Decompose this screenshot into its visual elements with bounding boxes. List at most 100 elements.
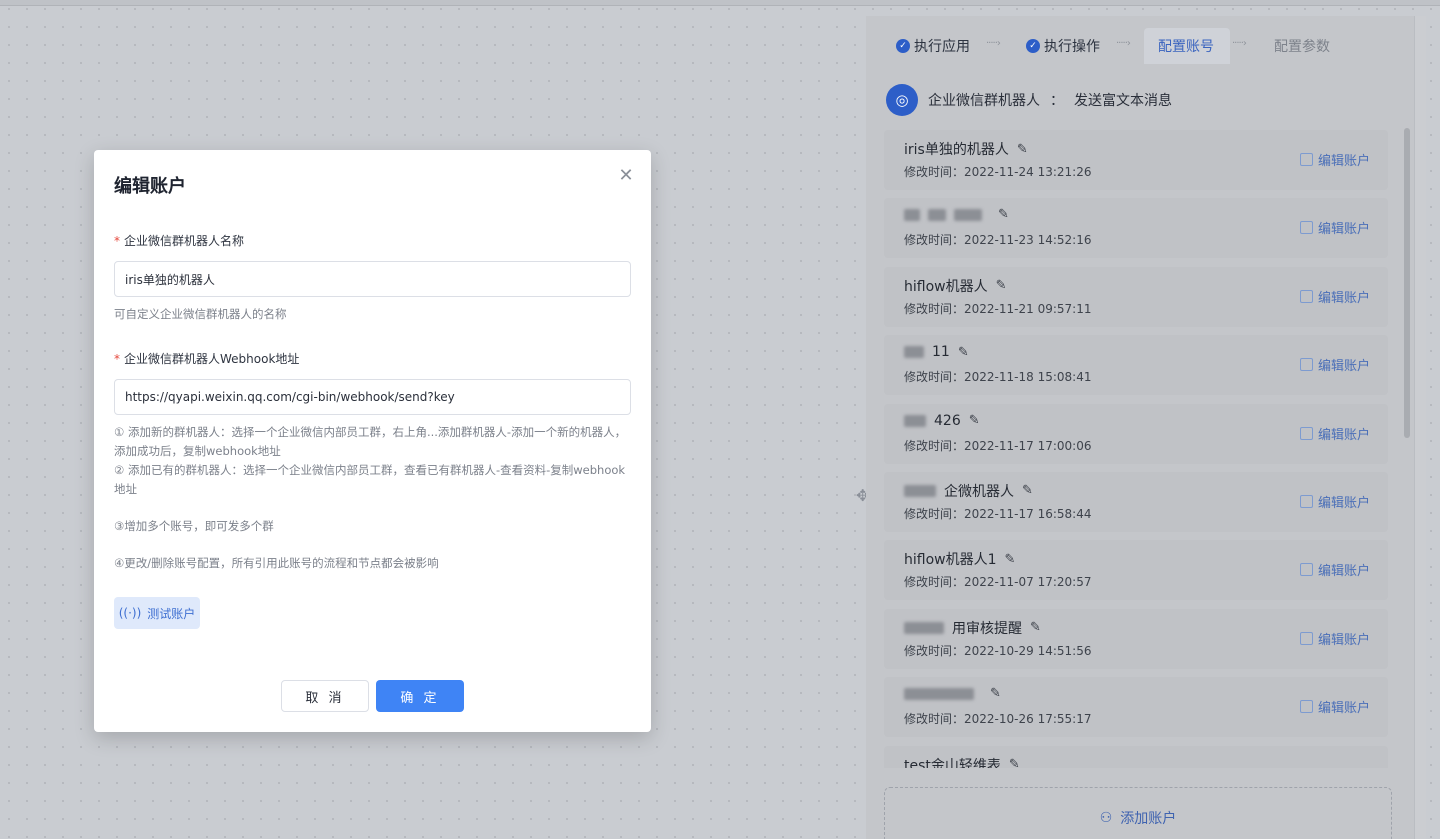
- pencil-icon[interactable]: ✎: [958, 345, 969, 360]
- account-time: 修改时间：2022-11-24 13:21:26: [904, 163, 1091, 180]
- edit-label: 编辑账户: [1317, 359, 1370, 375]
- blurred-text: [904, 621, 944, 634]
- step-config-params[interactable]: 配置参数: [1274, 36, 1330, 56]
- edit-account-button[interactable]: 编辑账户: [1299, 629, 1370, 648]
- pencil-icon[interactable]: ✎: [1022, 483, 1033, 498]
- edit-account-button[interactable]: 编辑账户: [1299, 560, 1370, 579]
- webhook-url-input[interactable]: [114, 379, 631, 415]
- step-execute-action[interactable]: ✓ 执行操作: [1026, 36, 1100, 56]
- edit-account-button[interactable]: 编辑账户: [1299, 218, 1370, 237]
- time-label: 修改时间：: [904, 301, 965, 316]
- time-value: 2022-11-23 14:52:16: [964, 233, 1092, 248]
- add-account-button[interactable]: ⚇ 添加账户: [884, 787, 1392, 839]
- account-item[interactable]: test金山轻维表 ✎: [884, 745, 1388, 768]
- blurred-text: [928, 208, 946, 221]
- account-time: 修改时间：2022-11-07 17:20:57: [904, 573, 1091, 590]
- name-field-label: * 企业微信群机器人名称: [114, 232, 244, 249]
- account-name: 企微机器人: [944, 483, 1014, 500]
- account-name-row: 426 ✎: [904, 413, 980, 429]
- edit-label: 编辑账户: [1317, 632, 1370, 648]
- pencil-icon[interactable]: ✎: [996, 278, 1007, 293]
- webhook-field-label: * 企业微信群机器人Webhook地址: [114, 350, 299, 367]
- pencil-icon[interactable]: ✎: [1009, 757, 1020, 768]
- pencil-icon[interactable]: ✎: [1017, 142, 1028, 157]
- time-label: 修改时间：: [904, 712, 965, 727]
- required-mark: *: [114, 352, 120, 366]
- app-action: 发送富文本消息: [1074, 93, 1172, 109]
- blurred-text: [904, 208, 920, 221]
- app-separator: ：: [1050, 93, 1064, 109]
- edit-account-button[interactable]: 编辑账户: [1299, 355, 1370, 375]
- account-item[interactable]: 11 ✎ 修改时间：2022-11-18 15:08:41 编辑账户: [884, 335, 1388, 396]
- account-name: hiflow机器人1: [904, 552, 997, 569]
- edit-account-button[interactable]: 编辑账户: [1299, 287, 1370, 306]
- account-time: 修改时间：2022-11-17 16:58:44: [904, 505, 1091, 522]
- pencil-icon[interactable]: ✎: [1030, 620, 1041, 635]
- edit-account-button[interactable]: 编辑账户: [1299, 424, 1370, 443]
- step-execute-app[interactable]: ✓ 执行应用: [896, 36, 970, 56]
- label-text: 企业微信群机器人Webhook地址: [124, 352, 300, 366]
- confirm-button[interactable]: 确 定: [376, 680, 464, 712]
- blurred-text: [954, 208, 982, 221]
- help-step-4: ④更改/删除账号配置，所有引用此账号的流程和节点都会被影响: [114, 556, 439, 570]
- edit-doc-icon: [1299, 700, 1313, 714]
- time-value: 2022-11-17 16:58:44: [964, 506, 1092, 521]
- time-label: 修改时间：: [904, 506, 965, 521]
- signal-icon: ((·)): [118, 606, 142, 620]
- step-label: 执行操作: [1044, 39, 1100, 55]
- arrow-right-icon: ·····›: [986, 38, 1001, 49]
- account-item[interactable]: 426 ✎ 修改时间：2022-11-17 17:00:06 编辑账户: [884, 403, 1388, 464]
- edit-doc-icon: [1299, 494, 1313, 508]
- pencil-icon[interactable]: ✎: [990, 686, 1001, 701]
- edit-account-button[interactable]: 编辑账户: [1299, 697, 1370, 716]
- label-text: 企业微信群机器人名称: [124, 234, 245, 248]
- edit-doc-icon: [1299, 358, 1313, 372]
- account-name: 11: [932, 344, 950, 361]
- time-label: 修改时间：: [904, 575, 965, 590]
- account-name-row: 11 ✎: [904, 344, 969, 360]
- account-time: 修改时间：2022-10-26 17:55:17: [904, 710, 1091, 727]
- account-item[interactable]: ✎ 修改时间：2022-10-26 17:55:17 编辑账户: [884, 677, 1388, 738]
- account-item[interactable]: ✎ 修改时间：2022-11-23 14:52:16 编辑账户: [884, 198, 1388, 259]
- account-item[interactable]: 用审核提醒 ✎ 修改时间：2022-10-29 14:51:56 编辑账户: [884, 608, 1388, 669]
- account-time: 修改时间：2022-10-29 14:51:56: [904, 642, 1091, 659]
- user-add-icon: ⚇: [1099, 810, 1113, 826]
- check-circle-icon: ✓: [896, 39, 910, 53]
- account-name-row: iris单独的机器人 ✎: [904, 139, 1028, 159]
- account-name: 用审核提醒: [952, 620, 1022, 637]
- scrollbar[interactable]: [1404, 128, 1410, 438]
- help-step-3: ③增加多个账号，即可发多个群: [114, 519, 274, 533]
- account-item[interactable]: hiflow机器人 ✎ 修改时间：2022-11-21 09:57:11 编辑账户: [884, 266, 1388, 327]
- pencil-icon[interactable]: ✎: [969, 413, 980, 428]
- robot-name-input[interactable]: [114, 261, 631, 297]
- edit-doc-icon: [1299, 426, 1313, 440]
- pencil-icon[interactable]: ✎: [1005, 552, 1016, 567]
- account-name-row: ✎: [904, 686, 1001, 701]
- account-item[interactable]: hiflow机器人1 ✎ 修改时间：2022-11-07 17:20:57 编辑账…: [884, 540, 1388, 601]
- help-step-2: ② 添加已有的群机器人：选择一个企业微信内部员工群，查看已有群机器人-查看资料-…: [114, 463, 626, 496]
- edit-account-button[interactable]: 编辑账户: [1299, 150, 1370, 169]
- panel-edge: [1414, 16, 1426, 839]
- account-item[interactable]: iris单独的机器人 ✎ 修改时间：2022-11-24 13:21:26 编辑账…: [884, 130, 1388, 190]
- edit-doc-icon: [1299, 631, 1313, 645]
- account-time: 修改时间：2022-11-18 15:08:41: [904, 368, 1091, 385]
- cancel-button[interactable]: 取 消: [281, 680, 369, 712]
- time-value: 2022-10-26 17:55:17: [964, 712, 1092, 727]
- edit-account-button[interactable]: 编辑账户: [1299, 492, 1370, 511]
- test-account-button[interactable]: ((·)) 测试账户: [114, 597, 200, 629]
- step-label: 执行应用: [914, 39, 970, 55]
- close-icon[interactable]: ✕: [614, 164, 638, 188]
- test-label: 测试账户: [147, 606, 196, 621]
- time-label: 修改时间：: [904, 370, 965, 385]
- account-item[interactable]: 企微机器人 ✎ 修改时间：2022-11-17 16:58:44 编辑账户: [884, 471, 1388, 532]
- blurred-text: [904, 484, 936, 497]
- blurred-text: [904, 414, 926, 427]
- step-config-account[interactable]: 配置账号: [1158, 36, 1214, 56]
- time-value: 2022-11-07 17:20:57: [964, 575, 1092, 590]
- check-circle-icon: ✓: [1026, 39, 1040, 53]
- selected-app: ◎ 企业微信群机器人 ： 发送富文本消息: [886, 84, 1172, 116]
- step-label: 配置参数: [1274, 39, 1330, 55]
- time-value: 2022-11-24 13:21:26: [964, 165, 1092, 179]
- top-bar: [0, 0, 1440, 6]
- pencil-icon[interactable]: ✎: [998, 207, 1009, 222]
